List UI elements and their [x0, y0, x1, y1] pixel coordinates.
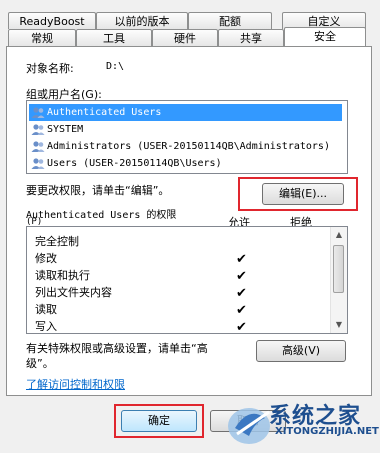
permission-name: 读取 [35, 303, 57, 316]
allow-check-icon: ✔ [236, 320, 247, 334]
scroll-thumb[interactable] [333, 245, 344, 293]
list-item-administrators[interactable]: Administrators (USER-20150114QB\Administ… [29, 138, 330, 155]
tab-previous-versions[interactable]: 以前的版本 [96, 12, 188, 29]
edit-button[interactable]: 编辑(E)... [262, 183, 344, 205]
user-name: SYSTEM [47, 124, 84, 135]
tab-hardware[interactable]: 硬件 [152, 29, 218, 46]
watermark-url-text: XITONGZHIJIA.NET [275, 426, 379, 437]
tab-security[interactable]: 安全 [284, 27, 366, 46]
users-icon [31, 124, 45, 135]
advanced-hint-line2: 级”。 [26, 357, 54, 370]
advanced-hint-line1: 有关特殊权限或高级设置，请单击“高 [26, 342, 208, 355]
user-name: Authenticated Users [47, 107, 162, 118]
learn-access-control-link[interactable]: 了解访问控制和权限 [26, 376, 125, 392]
properties-dialog: ReadyBoost 以前的版本 配额 自定义 常规 工具 硬件 共享 安全 对… [0, 0, 380, 450]
tab-quota[interactable]: 配额 [188, 12, 272, 29]
users-icon [31, 107, 45, 118]
tab-sharing[interactable]: 共享 [218, 29, 284, 46]
tab-readyboost[interactable]: ReadyBoost [8, 12, 96, 29]
allow-check-icon: ✔ [236, 303, 247, 318]
users-icon [31, 158, 45, 169]
permission-name: 修改 [35, 252, 57, 265]
permission-name: 写入 [35, 320, 57, 333]
user-name: Users (USER-20150114QB\Users) [47, 158, 222, 169]
allow-check-icon: ✔ [236, 252, 247, 267]
permissions-title: Authenticated Users 的权限 [26, 210, 177, 221]
list-item-authenticated-users[interactable]: Authenticated Users [29, 104, 342, 121]
permissions-scrollbar[interactable]: ▲ ▼ [330, 227, 347, 333]
users-icon [31, 141, 45, 152]
permission-row: 读取和执行 [35, 267, 90, 284]
scroll-down-icon[interactable]: ▼ [331, 317, 347, 333]
ok-button[interactable]: 确定 [121, 410, 197, 432]
allow-check-icon: ✔ [236, 269, 247, 284]
permission-name: 完全控制 [35, 235, 79, 248]
object-name-value: D:\ [106, 61, 125, 72]
permissions-list: 完全控制 修改 读取和执行 列出文件夹内容 读取 写入 ✔ ✔ ✔ ✔ ✔ ▲ … [26, 226, 348, 334]
permission-row: 列出文件夹内容 [35, 284, 112, 301]
user-list[interactable]: Authenticated Users SYSTEM Administrator… [26, 100, 348, 174]
tab-tools[interactable]: 工具 [76, 29, 152, 46]
permission-name: 列出文件夹内容 [35, 286, 112, 299]
permission-name: 读取和执行 [35, 269, 90, 282]
scroll-up-icon[interactable]: ▲ [331, 227, 347, 243]
object-name-label: 对象名称: [26, 62, 74, 75]
edit-hint-text: 要更改权限，请单击“编辑”。 [26, 184, 170, 197]
permission-row: 完全控制 [35, 233, 79, 250]
list-item-system[interactable]: SYSTEM [29, 121, 83, 138]
permission-row: 读取 [35, 301, 57, 318]
watermark-logo: 系统之家 XITONGZHIJIA.NET [225, 392, 380, 450]
advanced-button[interactable]: 高级(V) [256, 340, 346, 362]
tab-general[interactable]: 常规 [8, 29, 76, 46]
permission-row: 修改 [35, 250, 57, 267]
permission-row: 写入 [35, 318, 57, 333]
allow-check-icon: ✔ [236, 286, 247, 301]
list-item-users[interactable]: Users (USER-20150114QB\Users) [29, 155, 222, 172]
user-name: Administrators (USER-20150114QB\Administ… [47, 141, 330, 152]
